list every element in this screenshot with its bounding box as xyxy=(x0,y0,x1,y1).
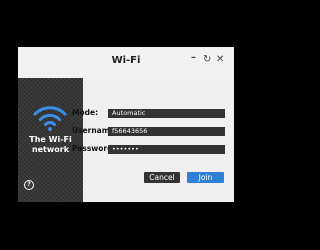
close-icon[interactable]: ✕ xyxy=(216,55,224,65)
password-field[interactable]: ••••••• xyxy=(108,145,225,154)
help-icon[interactable]: ? xyxy=(24,180,34,190)
network-panel: The Wi-Fi network ? xyxy=(18,78,83,202)
mode-label: Mode: xyxy=(72,108,99,117)
wifi-icon xyxy=(33,106,67,131)
restore-icon[interactable]: ↻ xyxy=(203,55,211,65)
minimize-icon[interactable]: – xyxy=(191,53,196,63)
title-bar[interactable]: Wi-Fi – ↻ ✕ xyxy=(18,47,234,78)
window-title: Wi-Fi xyxy=(111,55,141,66)
username-field[interactable]: f56643656 xyxy=(108,127,225,136)
mode-field[interactable]: Automatic xyxy=(108,109,225,118)
join-button[interactable]: Join xyxy=(187,172,224,183)
cancel-button[interactable]: Cancel xyxy=(144,172,180,183)
